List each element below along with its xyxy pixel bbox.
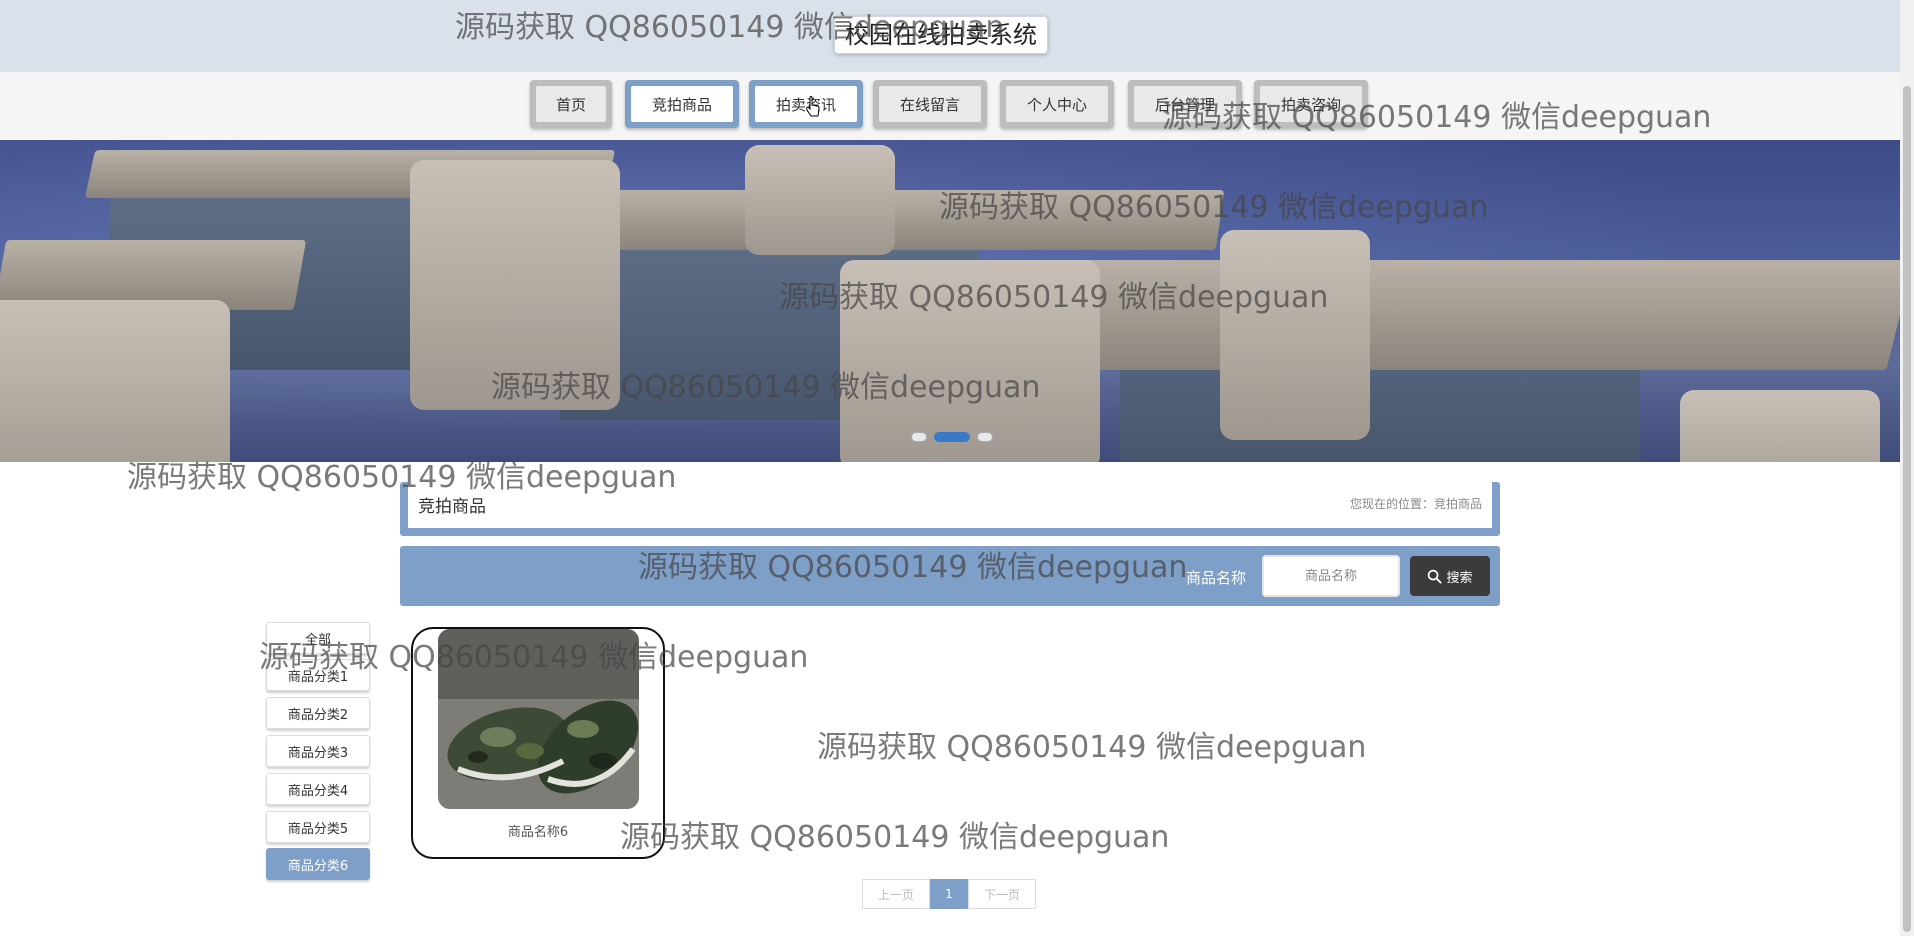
scrollbar-thumb[interactable] bbox=[1903, 86, 1911, 932]
prev-page-button[interactable]: 上一页 bbox=[862, 879, 930, 909]
product-card[interactable]: 商品名称6 bbox=[411, 627, 665, 859]
product-photo-shoes bbox=[438, 629, 639, 809]
search-button-label: 搜索 bbox=[1446, 570, 1473, 586]
category-2[interactable]: 商品分类2 bbox=[266, 697, 370, 729]
nav-item-label: 拍卖咨询 bbox=[1260, 86, 1362, 122]
category-label: 商品分类5 bbox=[287, 821, 349, 837]
nav-item-label: 个人中心 bbox=[1006, 86, 1108, 122]
product-image[interactable] bbox=[438, 629, 639, 809]
banner-chair-shape bbox=[745, 145, 895, 255]
category-label: 全部 bbox=[304, 632, 331, 648]
nav-item-label: 在线留言 bbox=[879, 86, 981, 122]
product-name: 商品名称6 bbox=[507, 825, 569, 840]
category-3[interactable]: 商品分类3 bbox=[266, 735, 370, 767]
nav-item-label: 后台管理 bbox=[1134, 86, 1236, 122]
banner-desk-shape bbox=[986, 260, 1900, 370]
category-4[interactable]: 商品分类4 bbox=[266, 773, 370, 805]
watermark-text: 源码获取 QQ86050149 微信deepguan bbox=[620, 820, 1170, 855]
category-6[interactable]: 商品分类6 bbox=[266, 848, 370, 880]
search-label: 商品名称 bbox=[1186, 569, 1247, 587]
breadcrumb-inner: 竞拍商品 您现在的位置：竞拍商品 bbox=[408, 482, 1492, 528]
banner-carousel[interactable] bbox=[0, 140, 1900, 462]
nav-item-message[interactable]: 在线留言 bbox=[873, 80, 987, 128]
page-title: 竞拍商品 bbox=[418, 497, 486, 517]
category-5[interactable]: 商品分类5 bbox=[266, 811, 370, 843]
nav-item-admin[interactable]: 后台管理 bbox=[1128, 80, 1242, 128]
watermark-text: 源码获取 QQ86050149 微信deepguan bbox=[817, 730, 1367, 765]
hand-cursor-icon bbox=[806, 96, 820, 117]
search-button[interactable]: 搜索 bbox=[1410, 556, 1490, 596]
page-number-current[interactable]: 1 bbox=[930, 879, 968, 909]
banner-chair-shape bbox=[1680, 390, 1880, 462]
banner-chair-shape bbox=[0, 300, 230, 462]
nav-item-auction-consult[interactable]: 拍卖咨询 bbox=[1254, 80, 1368, 128]
breadcrumb: 您现在的位置：竞拍商品 bbox=[1349, 497, 1482, 511]
nav-item-label: 竞拍商品 bbox=[631, 86, 733, 122]
carousel-dot[interactable] bbox=[911, 432, 927, 442]
banner-chair-shape bbox=[410, 160, 620, 410]
search-icon bbox=[1428, 569, 1443, 584]
category-all[interactable]: 全部 bbox=[266, 622, 370, 654]
carousel-dot[interactable] bbox=[977, 432, 993, 442]
breadcrumb-panel: 竞拍商品 您现在的位置：竞拍商品 bbox=[400, 482, 1500, 536]
banner-chair-shape bbox=[840, 260, 1100, 462]
carousel-dot-active[interactable] bbox=[934, 432, 970, 442]
category-label: 商品分类3 bbox=[287, 745, 349, 761]
scrollbar[interactable] bbox=[1900, 0, 1914, 936]
header: 校园在线拍卖系统 bbox=[0, 0, 1900, 72]
banner-chair-shape bbox=[1220, 230, 1370, 440]
nav-item-label: 首页 bbox=[536, 86, 606, 122]
category-label: 商品分类2 bbox=[287, 707, 349, 723]
category-label: 商品分类4 bbox=[287, 783, 349, 799]
search-bar: 商品名称 搜索 bbox=[400, 546, 1500, 606]
site-title: 校园在线拍卖系统 bbox=[834, 16, 1048, 54]
nav-item-personal-center[interactable]: 个人中心 bbox=[1000, 80, 1114, 128]
next-page-button[interactable]: 下一页 bbox=[968, 879, 1036, 909]
page: 校园在线拍卖系统 首页 竞拍商品 拍卖资讯 在线留言 个人中心 后台管理 拍卖咨… bbox=[0, 0, 1914, 936]
nav-item-auction-goods[interactable]: 竞拍商品 bbox=[625, 80, 739, 128]
search-input[interactable] bbox=[1262, 555, 1400, 597]
category-label: 商品分类6 bbox=[287, 858, 349, 874]
category-label: 商品分类1 bbox=[287, 669, 349, 685]
category-1[interactable]: 商品分类1 bbox=[266, 659, 370, 691]
nav-item-home[interactable]: 首页 bbox=[530, 80, 612, 128]
